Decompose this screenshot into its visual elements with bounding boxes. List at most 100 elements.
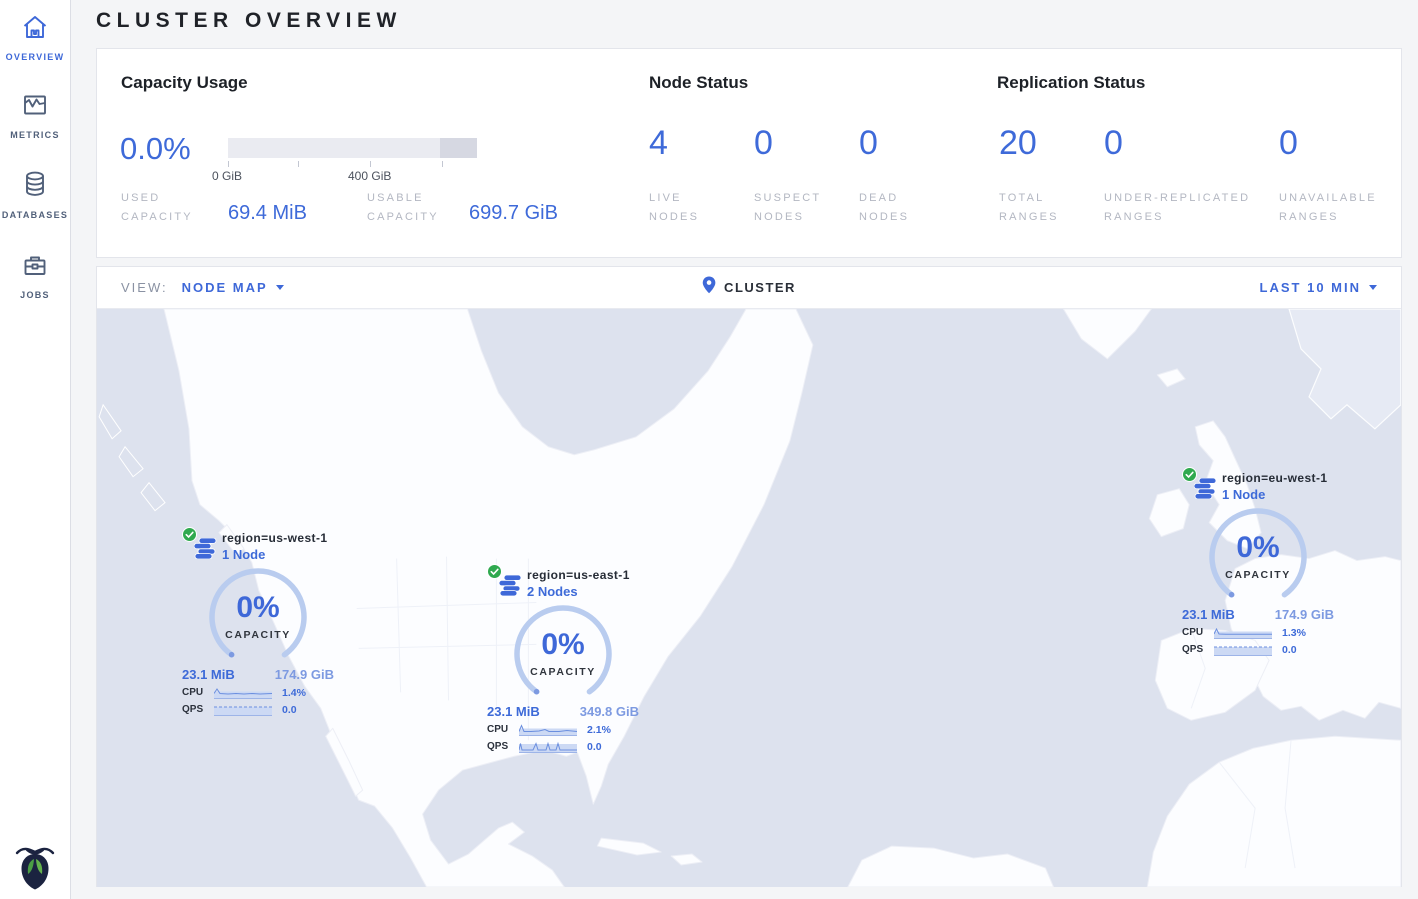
capacity-gauge: 0% CAPACITY <box>508 602 618 698</box>
breadcrumb[interactable]: CLUSTER <box>702 276 796 299</box>
cockroach-logo[interactable] <box>13 843 57 891</box>
node-count-link[interactable]: 1 Node <box>222 547 327 562</box>
node-region-card-us-west-1[interactable]: region=us-west-1 1 Node 0% CAPACITY 23.1… <box>182 527 334 716</box>
total-ranges-label: TOTAL RANGES <box>999 189 1079 226</box>
node-count-link[interactable]: 1 Node <box>1222 487 1327 502</box>
cpu-sparkline <box>519 723 577 736</box>
breadcrumb-label: CLUSTER <box>724 280 796 295</box>
total-capacity: 349.8 GiB <box>580 704 639 719</box>
usable-capacity-label: USABLE CAPACITY <box>367 189 465 226</box>
total-ranges-value: 20 <box>999 124 1037 163</box>
qps-label: QPS <box>182 704 214 715</box>
cpu-value: 1.4% <box>282 687 306 699</box>
sidebar-item-label: METRICS <box>10 130 60 140</box>
total-capacity: 174.9 GiB <box>1275 607 1334 622</box>
live-nodes-value: 4 <box>649 124 668 163</box>
used-capacity-value: 69.4 MiB <box>228 202 307 225</box>
time-range-value: LAST 10 MIN <box>1260 280 1361 295</box>
page-title: CLUSTER OVERVIEW <box>96 9 402 33</box>
node-region-card-eu-west-1[interactable]: region=eu-west-1 1 Node 0% CAPACITY 23.1… <box>1182 467 1334 656</box>
used-capacity: 23.1 MiB <box>1182 607 1235 622</box>
jobs-icon <box>21 252 49 283</box>
sidebar-item-databases[interactable]: DATABASES <box>0 170 70 220</box>
view-label: VIEW: <box>121 280 168 295</box>
qps-sparkline <box>519 740 577 753</box>
node-region-card-us-east-1[interactable]: region=us-east-1 2 Nodes 0% CAPACITY 23.… <box>487 564 639 753</box>
capacity-usage-title: Capacity Usage <box>121 73 248 93</box>
qps-label: QPS <box>1182 644 1214 655</box>
gauge-percent: 0% <box>1203 531 1313 565</box>
main-content: CLUSTER OVERVIEW Capacity Usage 0.0% 0 G… <box>71 0 1418 899</box>
qps-row: QPS 0.0 <box>1182 643 1334 656</box>
cpu-row: CPU 1.4% <box>182 686 334 699</box>
suspect-nodes-label: SUSPECT NODES <box>754 189 842 226</box>
databases-icon <box>21 170 49 203</box>
sidebar-item-metrics[interactable]: METRICS <box>0 92 70 140</box>
used-capacity-label: USED CAPACITY <box>121 189 213 226</box>
region-label: region=us-east-1 <box>527 568 630 582</box>
capacity-bar-reserved-segment <box>440 138 477 158</box>
region-label: region=eu-west-1 <box>1222 471 1327 485</box>
sidebar-item-jobs[interactable]: JOBS <box>0 252 70 300</box>
qps-value: 0.0 <box>587 741 602 753</box>
qps-label: QPS <box>487 741 519 752</box>
node-status-title: Node Status <box>649 73 748 93</box>
cpu-row: CPU 1.3% <box>1182 626 1334 639</box>
sidebar-item-overview[interactable]: OVERVIEW <box>0 14 70 62</box>
unavailable-ranges-label: UNAVAILABLE RANGES <box>1279 189 1399 226</box>
unavailable-ranges-value: 0 <box>1279 124 1298 163</box>
qps-row: QPS 0.0 <box>182 703 334 716</box>
database-stack-icon <box>499 575 522 601</box>
capacity-tick-label: 0 GiB <box>212 169 242 183</box>
sidebar-item-label: JOBS <box>20 290 50 300</box>
gauge-percent: 0% <box>508 628 618 662</box>
home-icon <box>21 14 49 45</box>
gauge-caption: CAPACITY <box>508 666 618 678</box>
cpu-label: CPU <box>1182 627 1214 638</box>
capacity-gauge: 0% CAPACITY <box>203 565 313 661</box>
region-label: region=us-west-1 <box>222 531 327 545</box>
capacity-gauge: 0% CAPACITY <box>1203 505 1313 601</box>
database-stack-icon <box>1194 478 1217 504</box>
dead-nodes-value: 0 <box>859 124 878 163</box>
under-replicated-ranges-label: UNDER-REPLICATED RANGES <box>1104 189 1264 226</box>
sidebar: OVERVIEW METRICS DATABASES <box>0 0 71 899</box>
qps-row: QPS 0.0 <box>487 740 639 753</box>
gauge-percent: 0% <box>203 591 313 625</box>
cpu-label: CPU <box>487 724 519 735</box>
qps-sparkline <box>1214 643 1272 656</box>
chevron-down-icon <box>276 285 284 290</box>
suspect-nodes-value: 0 <box>754 124 773 163</box>
qps-value: 0.0 <box>282 704 297 716</box>
sidebar-item-label: DATABASES <box>2 210 68 220</box>
capacity-bar <box>228 138 477 158</box>
qps-sparkline <box>214 703 272 716</box>
cluster-summary-panel: Capacity Usage 0.0% 0 GiB 400 GiB USED C… <box>96 48 1402 258</box>
usable-capacity-value: 699.7 GiB <box>469 202 558 225</box>
metrics-icon <box>21 92 49 123</box>
cpu-row: CPU 2.1% <box>487 723 639 736</box>
map-pin-icon <box>702 276 716 299</box>
qps-value: 0.0 <box>1282 644 1297 656</box>
capacity-axis <box>228 161 477 168</box>
gauge-caption: CAPACITY <box>203 629 313 641</box>
view-selector[interactable]: NODE MAP <box>182 279 284 297</box>
database-stack-icon <box>194 538 217 564</box>
node-map-panel: VIEW: NODE MAP CLUSTER LAST 10 MIN <box>96 266 1402 887</box>
dead-nodes-label: DEAD NODES <box>859 189 929 226</box>
node-count-link[interactable]: 2 Nodes <box>527 584 630 599</box>
view-selector-value: NODE MAP <box>182 280 268 295</box>
map-toolbar: VIEW: NODE MAP CLUSTER LAST 10 MIN <box>97 267 1401 309</box>
cpu-label: CPU <box>182 687 214 698</box>
world-map: region=us-west-1 1 Node 0% CAPACITY 23.1… <box>97 309 1401 887</box>
time-range-selector[interactable]: LAST 10 MIN <box>1260 280 1377 295</box>
cpu-sparkline <box>1214 626 1272 639</box>
replication-status-title: Replication Status <box>997 73 1145 93</box>
used-capacity: 23.1 MiB <box>182 667 235 682</box>
cpu-value: 1.3% <box>1282 627 1306 639</box>
live-nodes-label: LIVE NODES <box>649 189 729 226</box>
cpu-sparkline <box>214 686 272 699</box>
sidebar-item-label: OVERVIEW <box>6 52 65 62</box>
gauge-caption: CAPACITY <box>1203 569 1313 581</box>
capacity-tick-label: 400 GiB <box>348 169 391 183</box>
